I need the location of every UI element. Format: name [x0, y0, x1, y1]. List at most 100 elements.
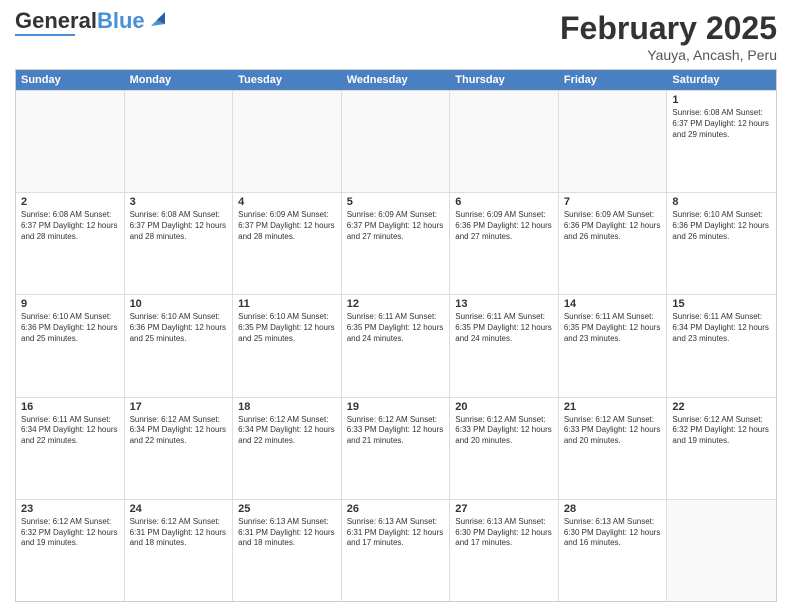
calendar-cell: 24Sunrise: 6:12 AM Sunset: 6:31 PM Dayli… [125, 500, 234, 601]
day-info: Sunrise: 6:11 AM Sunset: 6:35 PM Dayligh… [347, 312, 445, 344]
logo-line [15, 34, 75, 36]
calendar-cell: 26 Sunrise: 6:13 AM Sunset: 6:31 PM Dayli… [342, 500, 451, 601]
calendar-cell: 25 Sunrise: 6:13 AM Sunset: 6:31 PM Dayli… [233, 500, 342, 601]
day-number: 10 [130, 298, 228, 310]
header-wednesday: Wednesday [342, 70, 451, 90]
calendar-cell: 28 Sunrise: 6:13 AM Sunset: 6:30 PM Dayli… [559, 500, 668, 601]
calendar-cell [342, 91, 451, 192]
logo-general: General [15, 8, 97, 33]
day-number: 9 [21, 298, 119, 310]
calendar-cell: 23Sunrise: 6:12 AM Sunset: 6:32 PM Dayli… [16, 500, 125, 601]
day-number: 19 [347, 401, 445, 413]
day-number: 26 [347, 503, 445, 515]
day-number: 5 [347, 196, 445, 208]
calendar-cell [559, 91, 668, 192]
calendar-row-3: 16 Sunrise: 6:11 AM Sunset: 6:34 PM Dayli… [16, 397, 776, 499]
calendar-cell: 11 Sunrise: 6:10 AM Sunset: 6:35 PM Dayli… [233, 295, 342, 396]
day-info: Sunrise: 6:13 AM Sunset: 6:30 PM Dayligh… [564, 517, 662, 549]
day-info: Sunrise: 6:09 AM Sunset: 6:37 PM Dayligh… [238, 210, 336, 242]
calendar-cell: 9 Sunrise: 6:10 AM Sunset: 6:36 PM Daylig… [16, 295, 125, 396]
day-info: Sunrise: 6:12 AM Sunset: 6:33 PM Dayligh… [347, 415, 445, 447]
calendar-row-4: 23Sunrise: 6:12 AM Sunset: 6:32 PM Dayli… [16, 499, 776, 601]
day-info: Sunrise: 6:09 AM Sunset: 6:36 PM Dayligh… [564, 210, 662, 242]
day-info: Sunrise: 6:12 AM Sunset: 6:31 PM Dayligh… [130, 517, 228, 549]
page: GeneralBlue February 2025 Yauya, Ancash,… [0, 0, 792, 612]
header: GeneralBlue February 2025 Yauya, Ancash,… [15, 10, 777, 63]
day-info: Sunrise: 6:12 AM Sunset: 6:32 PM Dayligh… [21, 517, 119, 549]
calendar-cell: 27 Sunrise: 6:13 AM Sunset: 6:30 PM Dayli… [450, 500, 559, 601]
header-monday: Monday [125, 70, 234, 90]
logo-icon [147, 10, 165, 28]
day-info: Sunrise: 6:11 AM Sunset: 6:34 PM Dayligh… [672, 312, 771, 344]
day-info: Sunrise: 6:08 AM Sunset: 6:37 PM Dayligh… [130, 210, 228, 242]
calendar-cell: 14 Sunrise: 6:11 AM Sunset: 6:35 PM Dayli… [559, 295, 668, 396]
day-number: 11 [238, 298, 336, 310]
day-info: Sunrise: 6:10 AM Sunset: 6:36 PM Dayligh… [672, 210, 771, 242]
day-info: Sunrise: 6:12 AM Sunset: 6:33 PM Dayligh… [455, 415, 553, 447]
day-number: 14 [564, 298, 662, 310]
calendar-cell: 16 Sunrise: 6:11 AM Sunset: 6:34 PM Dayli… [16, 398, 125, 499]
day-info: Sunrise: 6:13 AM Sunset: 6:31 PM Dayligh… [347, 517, 445, 549]
day-number: 20 [455, 401, 553, 413]
day-info: Sunrise: 6:11 AM Sunset: 6:34 PM Dayligh… [21, 415, 119, 447]
header-saturday: Saturday [667, 70, 776, 90]
calendar-cell: 1 Sunrise: 6:08 AM Sunset: 6:37 PM Daylig… [667, 91, 776, 192]
calendar-cell: 18 Sunrise: 6:12 AM Sunset: 6:34 PM Dayli… [233, 398, 342, 499]
day-number: 22 [672, 401, 771, 413]
logo-text: GeneralBlue [15, 10, 145, 32]
day-number: 13 [455, 298, 553, 310]
calendar-row-0: 1 Sunrise: 6:08 AM Sunset: 6:37 PM Daylig… [16, 90, 776, 192]
calendar-body: 1 Sunrise: 6:08 AM Sunset: 6:37 PM Daylig… [16, 90, 776, 601]
header-tuesday: Tuesday [233, 70, 342, 90]
day-number: 18 [238, 401, 336, 413]
day-info: Sunrise: 6:10 AM Sunset: 6:35 PM Dayligh… [238, 312, 336, 344]
day-info: Sunrise: 6:10 AM Sunset: 6:36 PM Dayligh… [130, 312, 228, 344]
day-number: 3 [130, 196, 228, 208]
calendar-cell: 8 Sunrise: 6:10 AM Sunset: 6:36 PM Daylig… [667, 193, 776, 294]
calendar-row-1: 2 Sunrise: 6:08 AM Sunset: 6:37 PM Daylig… [16, 192, 776, 294]
day-number: 6 [455, 196, 553, 208]
day-info: Sunrise: 6:09 AM Sunset: 6:36 PM Dayligh… [455, 210, 553, 242]
day-info: Sunrise: 6:13 AM Sunset: 6:30 PM Dayligh… [455, 517, 553, 549]
day-number: 21 [564, 401, 662, 413]
title-area: February 2025 Yauya, Ancash, Peru [560, 10, 777, 63]
day-number: 25 [238, 503, 336, 515]
month-title: February 2025 [560, 10, 777, 47]
calendar: Sunday Monday Tuesday Wednesday Thursday… [15, 69, 777, 602]
day-info: Sunrise: 6:11 AM Sunset: 6:35 PM Dayligh… [455, 312, 553, 344]
day-number: 28 [564, 503, 662, 515]
day-info: Sunrise: 6:12 AM Sunset: 6:32 PM Dayligh… [672, 415, 771, 447]
calendar-cell [450, 91, 559, 192]
day-number: 16 [21, 401, 119, 413]
day-info: Sunrise: 6:10 AM Sunset: 6:36 PM Dayligh… [21, 312, 119, 344]
calendar-cell: 5Sunrise: 6:09 AM Sunset: 6:37 PM Daylig… [342, 193, 451, 294]
calendar-cell: 17Sunrise: 6:12 AM Sunset: 6:34 PM Dayli… [125, 398, 234, 499]
calendar-header: Sunday Monday Tuesday Wednesday Thursday… [16, 70, 776, 90]
day-info: Sunrise: 6:13 AM Sunset: 6:31 PM Dayligh… [238, 517, 336, 549]
day-number: 27 [455, 503, 553, 515]
day-number: 15 [672, 298, 771, 310]
calendar-cell: 7 Sunrise: 6:09 AM Sunset: 6:36 PM Daylig… [559, 193, 668, 294]
day-number: 8 [672, 196, 771, 208]
header-sunday: Sunday [16, 70, 125, 90]
calendar-cell: 3 Sunrise: 6:08 AM Sunset: 6:37 PM Daylig… [125, 193, 234, 294]
day-number: 12 [347, 298, 445, 310]
day-info: Sunrise: 6:11 AM Sunset: 6:35 PM Dayligh… [564, 312, 662, 344]
calendar-cell: 19 Sunrise: 6:12 AM Sunset: 6:33 PM Dayli… [342, 398, 451, 499]
logo: GeneralBlue [15, 10, 165, 36]
day-number: 2 [21, 196, 119, 208]
day-info: Sunrise: 6:12 AM Sunset: 6:33 PM Dayligh… [564, 415, 662, 447]
day-info: Sunrise: 6:08 AM Sunset: 6:37 PM Dayligh… [672, 108, 771, 140]
logo-blue: Blue [97, 8, 145, 33]
day-info: Sunrise: 6:12 AM Sunset: 6:34 PM Dayligh… [238, 415, 336, 447]
calendar-cell: 12 Sunrise: 6:11 AM Sunset: 6:35 PM Dayli… [342, 295, 451, 396]
calendar-cell: 15 Sunrise: 6:11 AM Sunset: 6:34 PM Dayli… [667, 295, 776, 396]
calendar-cell: 22 Sunrise: 6:12 AM Sunset: 6:32 PM Dayli… [667, 398, 776, 499]
location: Yauya, Ancash, Peru [560, 47, 777, 63]
day-number: 7 [564, 196, 662, 208]
header-friday: Friday [559, 70, 668, 90]
day-info: Sunrise: 6:12 AM Sunset: 6:34 PM Dayligh… [130, 415, 228, 447]
calendar-cell [667, 500, 776, 601]
calendar-cell: 10 Sunrise: 6:10 AM Sunset: 6:36 PM Dayli… [125, 295, 234, 396]
day-number: 1 [672, 94, 771, 106]
